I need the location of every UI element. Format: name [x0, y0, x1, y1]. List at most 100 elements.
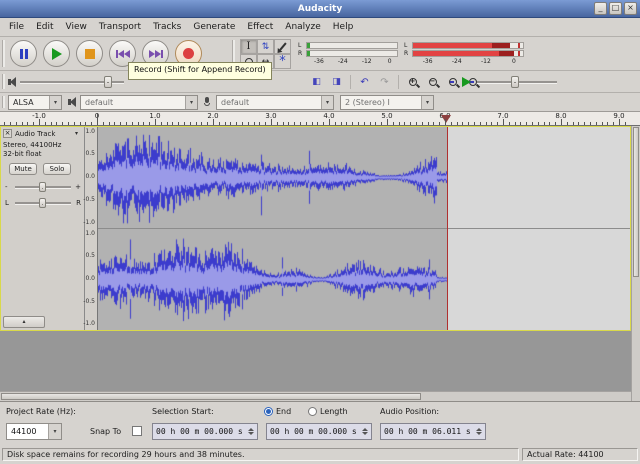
- title-bar[interactable]: Audacity _ □ ×: [0, 0, 640, 18]
- spinner-icon[interactable]: [362, 428, 368, 435]
- ruler-tick: [16, 122, 17, 125]
- snap-to-label: Snap To: [90, 427, 121, 436]
- menu-generate[interactable]: Generate: [187, 20, 241, 34]
- spinner-icon[interactable]: [248, 428, 254, 435]
- silence-audio-button[interactable]: ◨: [328, 74, 345, 90]
- track-name[interactable]: Audio Track: [15, 130, 55, 138]
- envelope-tool-button[interactable]: ⇅: [257, 39, 274, 54]
- selection-end-field[interactable]: 00 h 00 m 00.000 s: [266, 423, 372, 440]
- multi-tool-button[interactable]: *: [274, 54, 291, 69]
- menu-edit[interactable]: Edit: [30, 20, 59, 34]
- playback-meter[interactable]: L R -36 -24 -12 0: [298, 41, 398, 65]
- menu-file[interactable]: File: [3, 20, 30, 34]
- vertical-scroll-thumb[interactable]: [633, 127, 639, 277]
- output-device-select[interactable]: default ▾: [80, 95, 198, 110]
- microphone-icon: [204, 97, 210, 107]
- gain-slider[interactable]: [15, 180, 71, 194]
- draw-tool-button[interactable]: [274, 39, 291, 54]
- ruler-tick: [97, 119, 98, 125]
- ruler-tick: [346, 122, 347, 125]
- vscale-label: 0.0: [85, 174, 95, 180]
- meter-left-label: L: [404, 42, 412, 49]
- audio-host-select[interactable]: ALSA ▾: [8, 95, 62, 110]
- ruler-tick: [329, 119, 330, 125]
- horizontal-scroll-thumb[interactable]: [1, 393, 421, 400]
- playback-speed-slider[interactable]: [477, 73, 557, 91]
- toolbar-gripper[interactable]: [2, 74, 5, 89]
- input-device-select[interactable]: default ▾: [216, 95, 334, 110]
- vscale-label: 0.5: [85, 151, 95, 157]
- maximize-button[interactable]: □: [609, 2, 622, 15]
- chevron-down-icon: ▾: [185, 96, 197, 109]
- pan-thumb[interactable]: [39, 198, 46, 208]
- input-device-value: default: [221, 98, 249, 107]
- vscale-label: -1.0: [83, 220, 95, 226]
- menu-tracks[interactable]: Tracks: [147, 20, 187, 34]
- ruler-tick: [4, 122, 5, 125]
- stop-button[interactable]: [76, 40, 103, 67]
- length-radio[interactable]: Length: [308, 407, 348, 416]
- zoom-out-button[interactable]: −: [424, 74, 441, 90]
- vertical-scrollbar[interactable]: [631, 126, 640, 401]
- trim-audio-button[interactable]: ◧: [308, 74, 325, 90]
- toolbar-gripper[interactable]: [2, 96, 5, 108]
- input-channels-select[interactable]: 2 (Stereo) I ▾: [340, 95, 434, 110]
- output-volume-thumb[interactable]: [104, 76, 112, 88]
- ruler-tick: [288, 122, 289, 125]
- redo-button[interactable]: ↷: [376, 74, 393, 90]
- horizontal-scrollbar[interactable]: [0, 391, 631, 401]
- waveform-channel-right[interactable]: [98, 229, 447, 330]
- close-button[interactable]: ×: [624, 2, 637, 15]
- menu-analyze[interactable]: Analyze: [279, 20, 326, 34]
- menu-transport[interactable]: Transport: [93, 20, 147, 34]
- solo-button[interactable]: Solo: [43, 163, 71, 175]
- speed-thumb[interactable]: [511, 76, 519, 88]
- undo-button[interactable]: ↶: [356, 74, 373, 90]
- length-radio-icon[interactable]: [308, 407, 317, 416]
- ruler-tick: [422, 122, 423, 125]
- vertical-ruler[interactable]: 1.0 0.5 0.0 -0.5 -1.0 1.0 0.5 0.0 -0.5 -…: [85, 127, 98, 330]
- menu-view[interactable]: View: [60, 20, 93, 34]
- audio-position-field[interactable]: 00 h 00 m 06.011 s: [380, 423, 486, 440]
- fit-selection-button[interactable]: [444, 74, 461, 90]
- ruler-tick: [207, 122, 208, 125]
- selection-tool-button[interactable]: I: [240, 39, 257, 54]
- track-collapse-button[interactable]: ▴: [3, 316, 45, 328]
- mute-button[interactable]: Mute: [9, 163, 37, 175]
- spinner-icon[interactable]: [476, 428, 482, 435]
- track-menu-chevron-icon[interactable]: ▾: [75, 130, 78, 137]
- project-rate-select[interactable]: 44100 ▾: [6, 423, 62, 440]
- play-at-speed-icon[interactable]: [462, 77, 471, 87]
- ruler-tick: [196, 122, 197, 125]
- waveform-area[interactable]: [98, 127, 630, 330]
- track-control-panel: × Audio Track ▾ Stereo, 44100Hz 32-bit f…: [1, 127, 85, 330]
- menu-effect[interactable]: Effect: [241, 20, 279, 34]
- waveform-channel-left[interactable]: [98, 127, 447, 228]
- ruler-tick: [439, 122, 440, 125]
- ruler-tick: [45, 122, 46, 125]
- gain-thumb[interactable]: [39, 182, 46, 192]
- zoom-in-button[interactable]: +: [404, 74, 421, 90]
- ruler-tick: [561, 119, 562, 125]
- end-radio[interactable]: End: [264, 407, 291, 416]
- pan-slider[interactable]: [15, 196, 71, 210]
- output-volume-slider[interactable]: [20, 73, 124, 91]
- ruler-tick: [190, 122, 191, 125]
- menu-help[interactable]: Help: [327, 20, 360, 34]
- track-format-info: Stereo, 44100Hz: [3, 141, 61, 149]
- end-radio-icon[interactable]: [264, 407, 273, 416]
- timeline-ruler[interactable]: -1.0 0 1.0 2.0 3.0 4.0 5.0 6.0 7.0 8.0 9…: [0, 112, 640, 126]
- ruler-tick: [242, 122, 243, 125]
- window-controls: _ □ ×: [594, 2, 637, 15]
- selection-start-field[interactable]: 00 h 00 m 00.000 s: [152, 423, 258, 440]
- gain-slider-row: - +: [5, 180, 81, 194]
- minimize-button[interactable]: _: [594, 2, 607, 15]
- pause-button[interactable]: [10, 40, 37, 67]
- track-close-button[interactable]: ×: [3, 129, 12, 138]
- toolbar-gripper[interactable]: [2, 40, 5, 67]
- play-button[interactable]: [43, 40, 70, 67]
- chevron-down-icon: ▾: [48, 424, 61, 439]
- recording-meter[interactable]: L R -36 -24 -12 0: [404, 41, 524, 65]
- snap-to-checkbox[interactable]: [132, 426, 142, 436]
- recording-meter-scale: -36 -24 -12 0: [412, 57, 524, 65]
